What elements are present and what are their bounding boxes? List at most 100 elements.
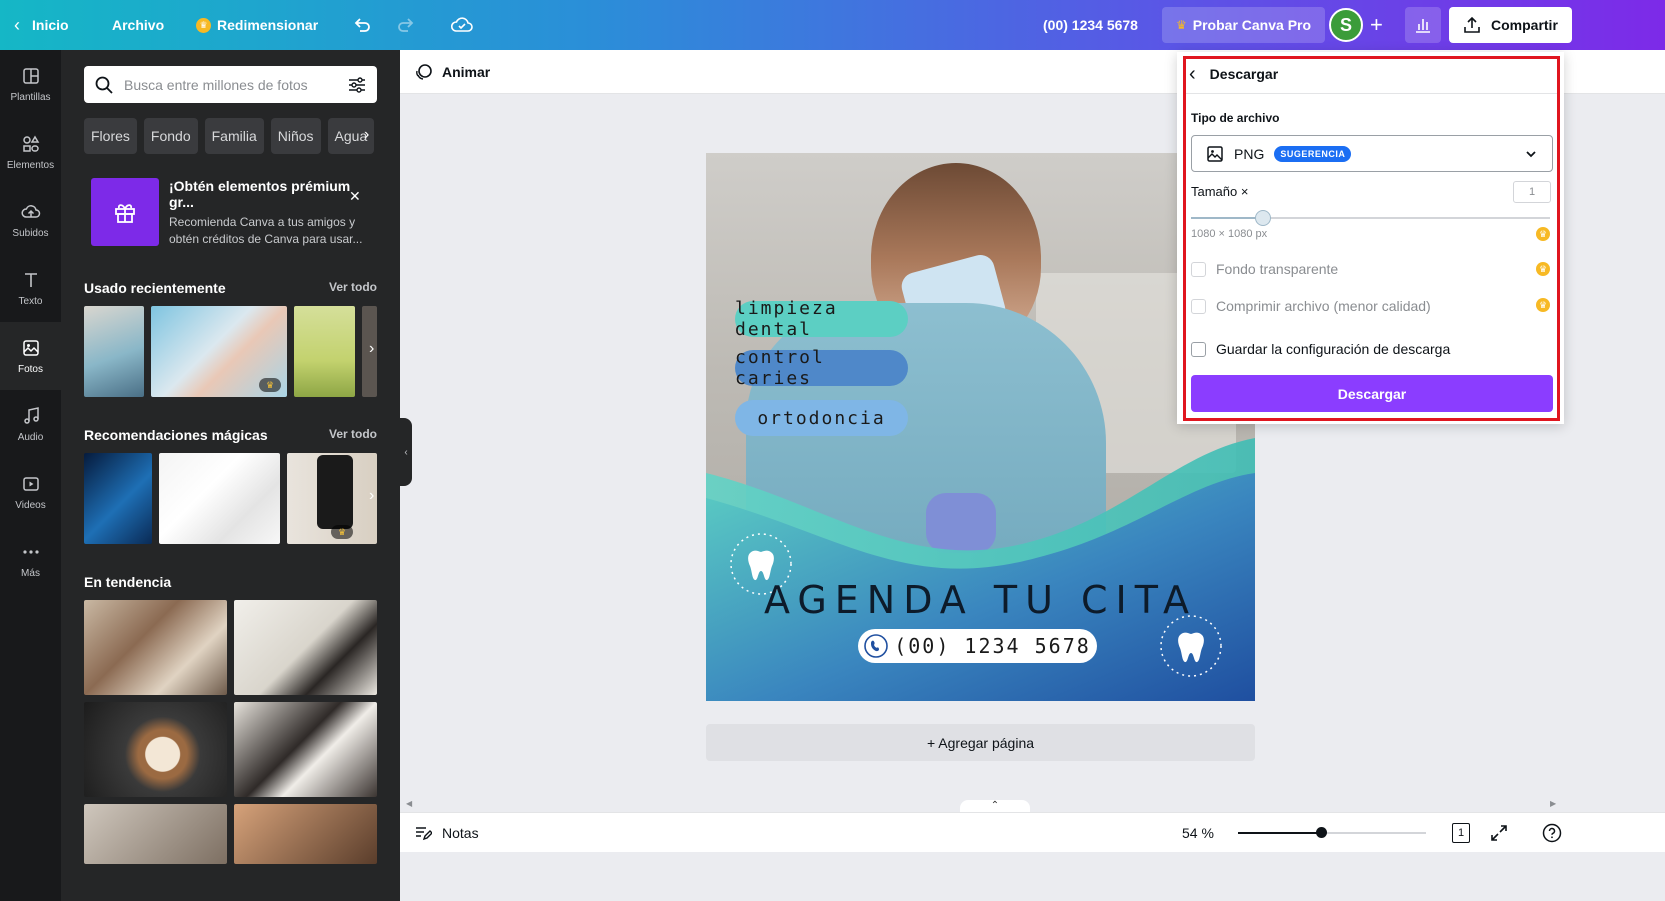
chevron-right-icon[interactable]: › — [369, 487, 374, 505]
trending-photo-thumb[interactable] — [84, 600, 227, 695]
rail-item-templates[interactable]: Plantillas — [0, 50, 61, 118]
help-icon[interactable] — [1542, 823, 1562, 843]
magic-photo-thumb[interactable] — [84, 453, 152, 544]
promo-text: Recomienda Canva a tus amigos y obtén cr… — [169, 215, 363, 246]
size-slider[interactable] — [1191, 217, 1550, 219]
save-settings-option[interactable]: Guardar la configuración de descarga — [1191, 341, 1450, 357]
upload-icon — [1464, 16, 1480, 33]
image-icon — [1207, 145, 1223, 162]
chevron-right-icon[interactable]: › — [369, 340, 374, 358]
download-button[interactable]: Descargar — [1191, 375, 1553, 412]
phone-pill[interactable]: (00) 1234 5678 — [858, 629, 1097, 663]
magic-photo-thumb[interactable] — [159, 453, 280, 544]
checkbox[interactable] — [1191, 341, 1206, 357]
zoom-slider-knob[interactable] — [1315, 827, 1327, 838]
rail-label: Más — [21, 567, 40, 579]
upload-cloud-icon — [20, 204, 40, 218]
redo-button[interactable] — [396, 0, 416, 50]
promo-title: ¡Obtén elementos prémium gr... — [169, 178, 351, 210]
page-count-button[interactable]: 1 — [1452, 822, 1470, 843]
file-menu-button[interactable]: Archivo — [112, 0, 164, 50]
rail-item-photos[interactable]: Fotos — [0, 322, 61, 390]
zoom-slider[interactable] — [1238, 832, 1426, 834]
trending-photo-thumb[interactable] — [234, 804, 377, 864]
checkbox[interactable] — [1191, 261, 1206, 277]
service-pill[interactable]: ortodoncia — [735, 400, 908, 436]
compress-option[interactable]: Comprimir archivo (menor calidad) — [1191, 298, 1431, 314]
close-icon[interactable]: ✕ — [349, 188, 361, 205]
download-header: ‹ Descargar — [1189, 62, 1278, 86]
see-all-link[interactable]: Ver todo — [329, 427, 377, 441]
design-canvas[interactable]: limpieza dental control caries ortodonci… — [706, 153, 1255, 701]
recent-photo-thumb[interactable]: ♛ — [151, 306, 287, 397]
try-pro-button[interactable]: ♛ Probar Canva Pro — [1162, 7, 1326, 43]
file-type-value: PNG — [1234, 145, 1265, 162]
insights-button[interactable] — [1405, 7, 1441, 43]
rail-item-more[interactable]: Más — [0, 526, 61, 594]
trending-photo-thumb[interactable] — [234, 600, 377, 695]
recent-photo-thumb[interactable] — [84, 306, 144, 397]
user-avatar[interactable]: S — [1329, 8, 1363, 42]
top-bar: ‹ Inicio Archivo ♛ Redimensionar (00) 12… — [0, 0, 1665, 50]
chip[interactable]: Niños — [270, 118, 321, 154]
video-icon — [22, 476, 39, 491]
chip[interactable]: Familia — [204, 118, 264, 154]
file-type-select[interactable]: PNG SUGERENCIA — [1191, 135, 1553, 172]
service-pill[interactable]: limpieza dental — [735, 298, 908, 340]
trending-photo-thumb[interactable] — [84, 804, 227, 864]
resize-button[interactable]: ♛ Redimensionar — [196, 0, 318, 50]
notes-button[interactable]: Notas — [414, 824, 479, 842]
collapse-panel-handle[interactable]: ‹ — [400, 418, 412, 486]
add-member-button[interactable]: + — [1370, 0, 1383, 50]
size-input[interactable]: 1 — [1513, 181, 1551, 203]
scroll-left-icon[interactable]: ◀ — [406, 799, 412, 808]
undo-button[interactable] — [352, 0, 372, 50]
chip[interactable]: Fondo — [143, 118, 198, 154]
phone-number-text: (00) 1234 5678 — [894, 634, 1091, 658]
rail-label: Subidos — [12, 227, 49, 239]
trending-photo-thumb[interactable] — [234, 702, 377, 797]
chevron-right-icon[interactable]: › — [364, 126, 369, 144]
chevron-down-icon — [1526, 150, 1536, 157]
magic-photo-thumb[interactable]: ♛ — [287, 453, 377, 544]
trending-photo-thumb[interactable] — [84, 702, 227, 797]
search-input[interactable] — [124, 76, 337, 93]
rail-item-elements[interactable]: Elementos — [0, 118, 61, 186]
checkbox[interactable] — [1191, 298, 1206, 314]
rail-label: Elementos — [6, 159, 55, 171]
size-slider-fill — [1191, 217, 1263, 219]
transparent-bg-option[interactable]: Fondo transparente — [1191, 261, 1338, 277]
share-button[interactable]: Compartir — [1449, 7, 1572, 43]
size-label: Tamaño × — [1191, 184, 1249, 199]
cloud-save-button[interactable] — [450, 0, 474, 50]
design-title[interactable]: (00) 1234 5678 — [1043, 0, 1138, 50]
animate-button[interactable]: Animar — [414, 62, 490, 82]
chip[interactable]: Flores — [84, 118, 137, 154]
headline-text[interactable]: AGENDA TU CITA — [706, 578, 1255, 622]
zoom-value[interactable]: 54 % — [1182, 825, 1214, 841]
service-pill[interactable]: control caries — [735, 347, 908, 389]
see-all-link[interactable]: Ver todo — [329, 280, 377, 294]
add-page-button[interactable]: + Agregar página — [706, 724, 1255, 761]
rail-item-audio[interactable]: Audio — [0, 390, 61, 458]
size-slider-knob[interactable] — [1254, 210, 1271, 226]
save-settings-label: Guardar la configuración de descarga — [1216, 341, 1451, 357]
rail-item-videos[interactable]: Videos — [0, 458, 61, 526]
rail-item-text[interactable]: Texto — [0, 254, 61, 322]
back-chevron-icon[interactable]: ‹ — [1189, 63, 1196, 86]
left-rail: Plantillas Elementos Subidos Texto Fotos… — [0, 50, 61, 901]
plus-icon: + — [1370, 12, 1383, 37]
home-button[interactable]: ‹ Inicio — [14, 0, 69, 50]
promo-card[interactable]: ¡Obtén elementos prémium gr... Recomiend… — [91, 178, 371, 246]
fullscreen-icon[interactable] — [1490, 824, 1508, 842]
share-label: Compartir — [1491, 17, 1558, 33]
photos-icon — [22, 339, 39, 356]
page-number: 1 — [1457, 826, 1465, 839]
crown-icon: ♛ — [1536, 298, 1550, 312]
rail-item-uploads[interactable]: Subidos — [0, 186, 61, 254]
rail-label: Videos — [15, 499, 46, 511]
recent-photo-thumb[interactable] — [294, 306, 355, 397]
filter-sliders-icon[interactable] — [347, 75, 367, 95]
scroll-right-icon[interactable]: ▶ — [1550, 799, 1556, 808]
rail-label: Plantillas — [10, 91, 51, 103]
